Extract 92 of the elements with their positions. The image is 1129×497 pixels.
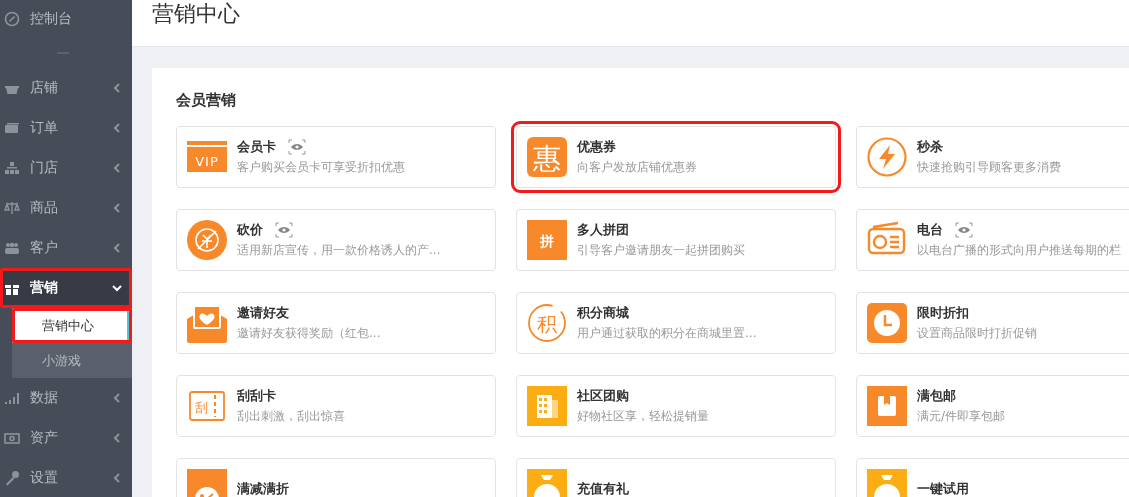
- sidebar-item[interactable]: 客户: [0, 228, 132, 268]
- sidebar-label: 订单: [30, 119, 59, 137]
- chevron-left-icon: [112, 203, 122, 213]
- group-buy-icon: 拼: [527, 220, 567, 260]
- sidebar-item[interactable]: 门店: [0, 148, 132, 188]
- card-description: 以电台广播的形式向用户推送每期的栏: [917, 242, 1121, 259]
- points-icon: 积: [527, 303, 567, 343]
- sidebar-item[interactable]: 设置: [0, 458, 132, 497]
- package-icon: [867, 386, 907, 426]
- feature-card[interactable]: 一键试用: [856, 458, 1129, 497]
- card-title: 限时折扣: [917, 304, 969, 322]
- feature-card[interactable]: 邀请好友 邀请好友获得奖励（红包...: [176, 292, 496, 354]
- card-description: 设置商品限时打折促销: [917, 325, 1037, 342]
- sidebar-item[interactable]: 订单: [0, 108, 132, 148]
- sidebar-label: 设置: [30, 469, 59, 487]
- card-description: 满元/件即享包邮: [917, 408, 1006, 425]
- feature-card[interactable]: 满减满折: [176, 458, 496, 497]
- card-title: 砍价: [237, 221, 263, 239]
- chevron-left-icon: [112, 163, 122, 173]
- card-title: 社区团购: [577, 387, 629, 405]
- preview-eye-icon[interactable]: [288, 139, 306, 155]
- lightning-icon: [867, 137, 907, 177]
- feature-card[interactable]: 积 积分商城 用户通过获取的积分在商城里置...: [516, 292, 836, 354]
- chevron-left-icon: [112, 393, 122, 403]
- scale-icon: [4, 200, 20, 216]
- feature-card[interactable]: 电台 以电台广播的形式向用户推送每期的栏: [856, 209, 1129, 271]
- card-description: 适用新店宣传，用一款价格诱人的产...: [237, 242, 441, 259]
- signal-icon: [4, 390, 20, 406]
- feature-card[interactable]: VIP 会员卡 客户购买会员卡可享受折扣优惠: [176, 126, 496, 188]
- card-description: 向客户发放店铺优惠券: [577, 159, 697, 176]
- sidebar-item[interactable]: 数据: [0, 378, 132, 418]
- sidebar-item[interactable]: 资产: [0, 418, 132, 458]
- card-title: 优惠券: [577, 138, 616, 156]
- card-title: 满减满折: [237, 480, 289, 497]
- feature-card[interactable]: 砍价 适用新店宣传，用一款价格诱人的产...: [176, 209, 496, 271]
- card-title: 刮刮卡: [237, 387, 276, 405]
- chevron-left-icon: [112, 83, 122, 93]
- feature-card[interactable]: 充值有礼: [516, 458, 836, 497]
- feature-card[interactable]: 秒杀 快速抢购引导顾客更多消费: [856, 126, 1129, 188]
- sidebar-item[interactable]: 商品: [0, 188, 132, 228]
- chevron-left-icon: [112, 473, 122, 483]
- sitemap-icon: [4, 160, 20, 176]
- sidebar-label: 控制台: [30, 10, 73, 28]
- sidebar-label: 门店: [30, 159, 59, 177]
- card-title: 一键试用: [917, 480, 969, 497]
- sidebar-label: 客户: [30, 239, 59, 257]
- preview-eye-icon[interactable]: [955, 222, 973, 238]
- compass-icon: [4, 11, 20, 27]
- sidebar-label: 商品: [30, 199, 59, 217]
- coupon-icon: 惠: [527, 137, 567, 177]
- sidebar-item[interactable]: 营销: [0, 268, 132, 308]
- clock-icon: [867, 303, 907, 343]
- cash-icon: [4, 120, 20, 136]
- card-description: 客户购买会员卡可享受折扣优惠: [237, 159, 405, 176]
- preview-eye-icon[interactable]: [275, 222, 293, 238]
- crossed-price-icon: [187, 220, 227, 260]
- feature-card[interactable]: 满包邮 满元/件即享包邮: [856, 375, 1129, 437]
- card-title: 会员卡: [237, 138, 276, 156]
- card-title: 积分商城: [577, 304, 629, 322]
- sidebar-item[interactable]: 控制台: [0, 0, 132, 38]
- card-title: 电台: [917, 221, 943, 239]
- page-title: 营销中心: [151, 0, 241, 28]
- card-description: 刮出刺激，刮出惊喜: [237, 408, 345, 425]
- sidebar-label: 数据: [30, 389, 59, 407]
- card-description: 邀请好友获得奖励（红包...: [237, 325, 381, 342]
- card-description: 好物社区享，轻松提销量: [577, 408, 709, 425]
- submenu-item[interactable]: 营销中心: [12, 308, 132, 343]
- feature-card[interactable]: 刮 刮刮卡 刮出刺激，刮出惊喜: [176, 375, 496, 437]
- card-description: 用户通过获取的积分在商城里置...: [577, 325, 757, 342]
- wrench-icon: [4, 470, 20, 486]
- card-description: 快速抢购引导顾客更多消费: [917, 159, 1061, 176]
- chevron-down-icon: [112, 283, 122, 293]
- sidebar-item[interactable]: 店铺: [0, 68, 132, 108]
- card-title: 满包邮: [917, 387, 956, 405]
- users-icon: [4, 240, 20, 256]
- section-title: 会员营销: [176, 90, 237, 110]
- feature-card[interactable]: 拼 多人拼团 引导客户邀请朋友一起拼团购买: [516, 209, 836, 271]
- building-icon: [527, 386, 567, 426]
- card-title: 充值有礼: [577, 480, 629, 497]
- card-title: 多人拼团: [577, 221, 629, 239]
- chevron-left-icon: [112, 433, 122, 443]
- feature-card[interactable]: 限时折扣 设置商品限时打折促销: [856, 292, 1129, 354]
- card-title: 秒杀: [917, 138, 943, 156]
- card-title: 邀请好友: [237, 304, 289, 322]
- card-description: 引导客户邀请朋友一起拼团购买: [577, 242, 745, 259]
- chevron-left-icon: [112, 123, 122, 133]
- sidebar-label: 店铺: [30, 79, 59, 97]
- sidebar-label: 资产: [30, 429, 59, 447]
- money-icon: [4, 430, 20, 446]
- feature-card[interactable]: 社区团购 好物社区享，轻松提销量: [516, 375, 836, 437]
- chevron-left-icon: [112, 243, 122, 253]
- sidebar-label: 营销: [30, 279, 59, 297]
